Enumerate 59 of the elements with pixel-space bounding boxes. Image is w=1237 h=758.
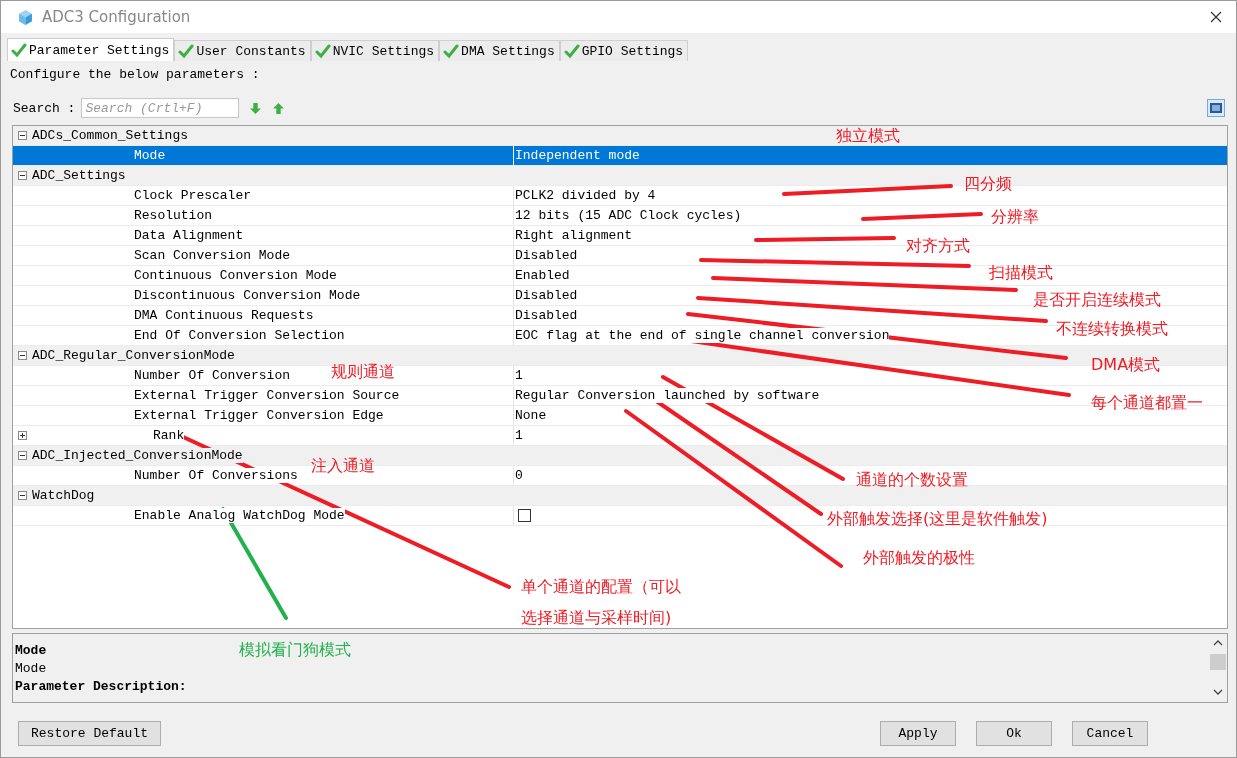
close-icon[interactable] <box>1210 11 1222 23</box>
search-label: Search : <box>13 100 76 116</box>
window-title: ADC3 Configuration <box>42 8 191 26</box>
parameter-name[interactable]: Number Of Conversions <box>134 468 298 483</box>
parameter-name[interactable]: External Trigger Conversion Source <box>134 388 400 403</box>
tab[interactable]: User Constants <box>174 40 311 61</box>
parameter-value: Independent mode <box>515 148 640 163</box>
parameter-value: EOC flag at the end of single channel conversion <box>515 328 890 343</box>
group-label: ADC_Regular_ConversionMode <box>32 348 235 363</box>
parameter-name[interactable]: DMA Continuous Requests <box>134 308 314 323</box>
apply-button[interactable]: Apply <box>880 721 956 746</box>
check-icon <box>11 42 27 58</box>
annotation-text: 单个通道的配置（可以选择通道与采样时间) <box>521 576 682 629</box>
instructions-text: Configure the below parameters : <box>9 66 261 84</box>
parameter-value: 12 bits (15 ADC Clock cycles) <box>515 208 742 223</box>
annotation-text: 外部触发选择(这里是软件触发) <box>827 508 1048 530</box>
annotation-text: 扫描模式 <box>989 262 1053 284</box>
annotation-text: 每个通道都置一 <box>1091 392 1203 414</box>
check-icon <box>563 43 580 59</box>
description-heading: Parameter Description: <box>15 679 187 694</box>
annotation-text: 不连续转换模式 <box>1056 318 1168 340</box>
annotation-text: 外部触发的极性 <box>863 547 975 569</box>
parameter-name[interactable]: Data Alignment <box>134 228 244 243</box>
group-label: ADCs_Common_Settings <box>32 128 189 143</box>
check-icon <box>178 43 195 59</box>
tab[interactable]: NVIC Settings <box>310 40 440 61</box>
tab[interactable]: DMA Settings <box>439 40 560 61</box>
group-label: WatchDog <box>32 488 95 503</box>
parameter-value: PCLK2 divided by 4 <box>515 188 656 203</box>
group-label: ADC_Settings <box>32 168 126 183</box>
ok-button[interactable]: Ok <box>976 721 1052 746</box>
annotation-text: 模拟看门狗模式 <box>239 639 351 661</box>
check-icon <box>443 43 460 59</box>
annotation-text: 四分频 <box>964 173 1012 195</box>
description-name: Mode <box>15 661 47 676</box>
parameter-value: Right alignment <box>515 228 633 243</box>
parameter-name[interactable]: Rank <box>153 428 185 443</box>
checkbox[interactable] <box>518 509 531 522</box>
annotation-text: DMA模式 <box>1091 354 1161 376</box>
annotation-text: 是否开启连续模式 <box>1033 289 1161 311</box>
parameter-value: Regular Conversion launched by software <box>515 388 820 403</box>
annotation-text: 对齐方式 <box>906 235 970 257</box>
annotation-text: 规则通道 <box>331 361 395 383</box>
cancel-button[interactable]: Cancel <box>1072 721 1148 746</box>
tab[interactable]: GPIO Settings <box>559 40 689 61</box>
tab[interactable]: Parameter Settings <box>7 38 175 61</box>
search-field[interactable]: Search (Crtl+F) <box>81 98 240 118</box>
annotation-text: 独立模式 <box>836 125 900 147</box>
parameter-name[interactable]: Enable Analog WatchDog Mode <box>134 508 345 523</box>
restore-default-button[interactable]: Restore Default <box>18 721 162 746</box>
parameter-name[interactable]: External Trigger Conversion Edge <box>134 408 384 423</box>
annotation-text: 注入通道 <box>311 455 375 477</box>
check-icon <box>314 43 331 59</box>
list-view-icon[interactable] <box>1207 99 1225 117</box>
annotation-text: 分辨率 <box>991 206 1039 228</box>
description-title: Mode <box>15 643 47 658</box>
annotation-text: 通道的个数设置 <box>856 469 968 491</box>
group-label: ADC_Injected_ConversionMode <box>32 448 243 463</box>
cube-icon <box>17 8 34 26</box>
